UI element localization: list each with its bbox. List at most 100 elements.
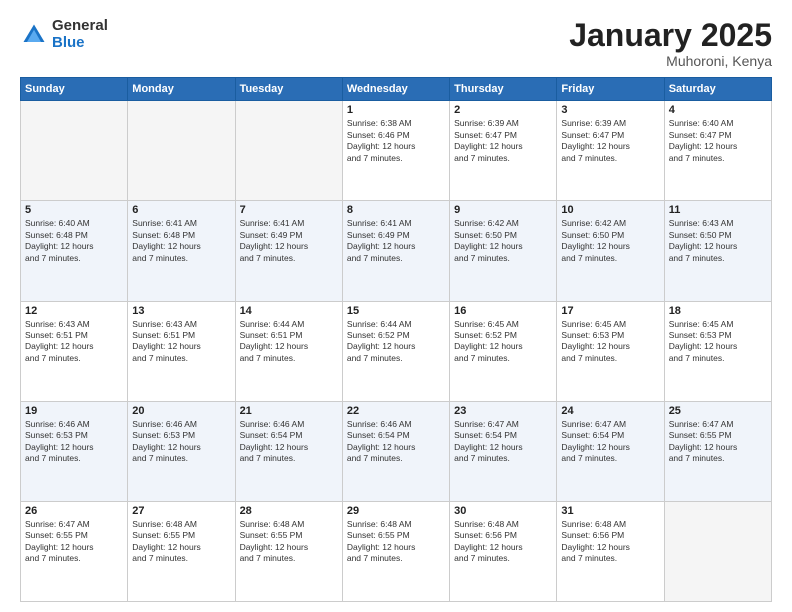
page: General Blue January 2025 Muhoroni, Keny… xyxy=(0,0,792,612)
day-info: Sunrise: 6:46 AM Sunset: 6:54 PM Dayligh… xyxy=(347,419,445,465)
calendar-day-cell: 27Sunrise: 6:48 AM Sunset: 6:55 PM Dayli… xyxy=(128,501,235,601)
calendar-day-cell: 17 Sunrise: 6:45 AM Sunset: 6:53 PM Dayli… xyxy=(557,301,664,401)
calendar-day-cell: 26 Sunrise: 6:47 AM Sunset: 6:55 PM Dayli… xyxy=(21,501,128,601)
col-friday: Friday xyxy=(557,78,664,101)
day-number: 14 xyxy=(240,305,338,317)
calendar-table: Sunday Monday Tuesday Wednesday Thursday… xyxy=(20,77,772,602)
day-number: 6 xyxy=(132,204,230,216)
day-number: 12 xyxy=(25,305,123,317)
day-info: Sunrise: 6:43 AM Sunset: 6:51 PM Dayligh… xyxy=(132,319,230,365)
col-sunday: Sunday xyxy=(21,78,128,101)
day-info: Sunrise: 6:38 AM Sunset: 6:46 PM Dayligh… xyxy=(347,118,445,164)
day-number: 7 xyxy=(240,204,338,216)
calendar-day-cell: 11 Sunrise: 6:43 AM Sunset: 6:50 PM Dayli… xyxy=(664,201,771,301)
calendar-day-cell: 5Sunrise: 6:40 AM Sunset: 6:48 PM Daylig… xyxy=(21,201,128,301)
calendar-week-row: 26 Sunrise: 6:47 AM Sunset: 6:55 PM Dayli… xyxy=(21,501,772,601)
calendar-day-cell: 24 Sunrise: 6:47 AM Sunset: 6:54 PM Dayli… xyxy=(557,401,664,501)
day-number: 4 xyxy=(669,104,767,116)
day-info: Sunrise: 6:40 AM Sunset: 6:47 PM Dayligh… xyxy=(669,118,767,164)
col-saturday: Saturday xyxy=(664,78,771,101)
calendar-day-cell: 15Sunrise: 6:44 AM Sunset: 6:52 PM Dayli… xyxy=(342,301,449,401)
calendar-day-cell: 31 Sunrise: 6:48 AM Sunset: 6:56 PM Dayli… xyxy=(557,501,664,601)
day-info: Sunrise: 6:43 AM Sunset: 6:51 PM Dayligh… xyxy=(25,319,123,365)
day-number: 26 xyxy=(25,505,123,517)
calendar-day-cell xyxy=(235,101,342,201)
day-number: 25 xyxy=(669,405,767,417)
day-info: Sunrise: 6:48 AM Sunset: 6:55 PM Dayligh… xyxy=(240,519,338,565)
day-info: Sunrise: 6:46 AM Sunset: 6:53 PM Dayligh… xyxy=(132,419,230,465)
day-info: Sunrise: 6:41 AM Sunset: 6:49 PM Dayligh… xyxy=(347,218,445,264)
calendar-day-cell: 28 Sunrise: 6:48 AM Sunset: 6:55 PM Dayli… xyxy=(235,501,342,601)
logo-text: General Blue xyxy=(52,18,108,51)
logo: General Blue xyxy=(20,18,108,51)
day-info: Sunrise: 6:48 AM Sunset: 6:56 PM Dayligh… xyxy=(561,519,659,565)
calendar-day-cell xyxy=(128,101,235,201)
day-number: 19 xyxy=(25,405,123,417)
calendar-day-cell: 16Sunrise: 6:45 AM Sunset: 6:52 PM Dayli… xyxy=(450,301,557,401)
calendar-day-cell: 20 Sunrise: 6:46 AM Sunset: 6:53 PM Dayli… xyxy=(128,401,235,501)
day-info: Sunrise: 6:41 AM Sunset: 6:49 PM Dayligh… xyxy=(240,218,338,264)
calendar-day-cell: 2Sunrise: 6:39 AM Sunset: 6:47 PM Daylig… xyxy=(450,101,557,201)
header: General Blue January 2025 Muhoroni, Keny… xyxy=(20,18,772,69)
calendar-day-cell: 4 Sunrise: 6:40 AM Sunset: 6:47 PM Daylig… xyxy=(664,101,771,201)
day-number: 28 xyxy=(240,505,338,517)
calendar-day-cell: 8 Sunrise: 6:41 AM Sunset: 6:49 PM Daylig… xyxy=(342,201,449,301)
day-info: Sunrise: 6:48 AM Sunset: 6:56 PM Dayligh… xyxy=(454,519,552,565)
day-info: Sunrise: 6:47 AM Sunset: 6:55 PM Dayligh… xyxy=(25,519,123,565)
day-info: Sunrise: 6:43 AM Sunset: 6:50 PM Dayligh… xyxy=(669,218,767,264)
col-wednesday: Wednesday xyxy=(342,78,449,101)
logo-general-text: General xyxy=(52,18,108,35)
day-number: 27 xyxy=(132,505,230,517)
day-info: Sunrise: 6:42 AM Sunset: 6:50 PM Dayligh… xyxy=(561,218,659,264)
day-number: 22 xyxy=(347,405,445,417)
calendar-day-cell: 29Sunrise: 6:48 AM Sunset: 6:55 PM Dayli… xyxy=(342,501,449,601)
calendar-header-row: Sunday Monday Tuesday Wednesday Thursday… xyxy=(21,78,772,101)
col-tuesday: Tuesday xyxy=(235,78,342,101)
day-info: Sunrise: 6:44 AM Sunset: 6:51 PM Dayligh… xyxy=(240,319,338,365)
month-title: January 2025 xyxy=(569,18,772,53)
day-number: 30 xyxy=(454,505,552,517)
day-number: 21 xyxy=(240,405,338,417)
day-info: Sunrise: 6:48 AM Sunset: 6:55 PM Dayligh… xyxy=(347,519,445,565)
location-subtitle: Muhoroni, Kenya xyxy=(569,53,772,69)
day-number: 1 xyxy=(347,104,445,116)
calendar-week-row: 12 Sunrise: 6:43 AM Sunset: 6:51 PM Dayli… xyxy=(21,301,772,401)
day-number: 17 xyxy=(561,305,659,317)
logo-blue-text: Blue xyxy=(52,35,108,52)
title-block: January 2025 Muhoroni, Kenya xyxy=(569,18,772,69)
day-number: 15 xyxy=(347,305,445,317)
day-number: 3 xyxy=(561,104,659,116)
calendar-day-cell: 19 Sunrise: 6:46 AM Sunset: 6:53 PM Dayli… xyxy=(21,401,128,501)
calendar-day-cell: 25 Sunrise: 6:47 AM Sunset: 6:55 PM Dayli… xyxy=(664,401,771,501)
calendar-day-cell: 18 Sunrise: 6:45 AM Sunset: 6:53 PM Dayli… xyxy=(664,301,771,401)
day-info: Sunrise: 6:47 AM Sunset: 6:54 PM Dayligh… xyxy=(561,419,659,465)
day-number: 8 xyxy=(347,204,445,216)
calendar-day-cell: 14 Sunrise: 6:44 AM Sunset: 6:51 PM Dayli… xyxy=(235,301,342,401)
calendar-day-cell: 30 Sunrise: 6:48 AM Sunset: 6:56 PM Dayli… xyxy=(450,501,557,601)
day-info: Sunrise: 6:45 AM Sunset: 6:53 PM Dayligh… xyxy=(561,319,659,365)
col-monday: Monday xyxy=(128,78,235,101)
calendar-day-cell: 21Sunrise: 6:46 AM Sunset: 6:54 PM Dayli… xyxy=(235,401,342,501)
calendar-week-row: 5Sunrise: 6:40 AM Sunset: 6:48 PM Daylig… xyxy=(21,201,772,301)
calendar-day-cell xyxy=(664,501,771,601)
calendar-day-cell xyxy=(21,101,128,201)
day-number: 31 xyxy=(561,505,659,517)
calendar-day-cell: 7 Sunrise: 6:41 AM Sunset: 6:49 PM Daylig… xyxy=(235,201,342,301)
day-number: 18 xyxy=(669,305,767,317)
day-info: Sunrise: 6:47 AM Sunset: 6:54 PM Dayligh… xyxy=(454,419,552,465)
day-number: 20 xyxy=(132,405,230,417)
day-info: Sunrise: 6:45 AM Sunset: 6:53 PM Dayligh… xyxy=(669,319,767,365)
calendar-day-cell: 12 Sunrise: 6:43 AM Sunset: 6:51 PM Dayli… xyxy=(21,301,128,401)
day-info: Sunrise: 6:46 AM Sunset: 6:53 PM Dayligh… xyxy=(25,419,123,465)
day-number: 23 xyxy=(454,405,552,417)
day-number: 11 xyxy=(669,204,767,216)
day-info: Sunrise: 6:41 AM Sunset: 6:48 PM Dayligh… xyxy=(132,218,230,264)
calendar-day-cell: 9Sunrise: 6:42 AM Sunset: 6:50 PM Daylig… xyxy=(450,201,557,301)
calendar-day-cell: 3Sunrise: 6:39 AM Sunset: 6:47 PM Daylig… xyxy=(557,101,664,201)
calendar-week-row: 19 Sunrise: 6:46 AM Sunset: 6:53 PM Dayli… xyxy=(21,401,772,501)
day-number: 24 xyxy=(561,405,659,417)
calendar-day-cell: 13Sunrise: 6:43 AM Sunset: 6:51 PM Dayli… xyxy=(128,301,235,401)
logo-icon xyxy=(20,21,48,49)
day-number: 10 xyxy=(561,204,659,216)
day-info: Sunrise: 6:47 AM Sunset: 6:55 PM Dayligh… xyxy=(669,419,767,465)
